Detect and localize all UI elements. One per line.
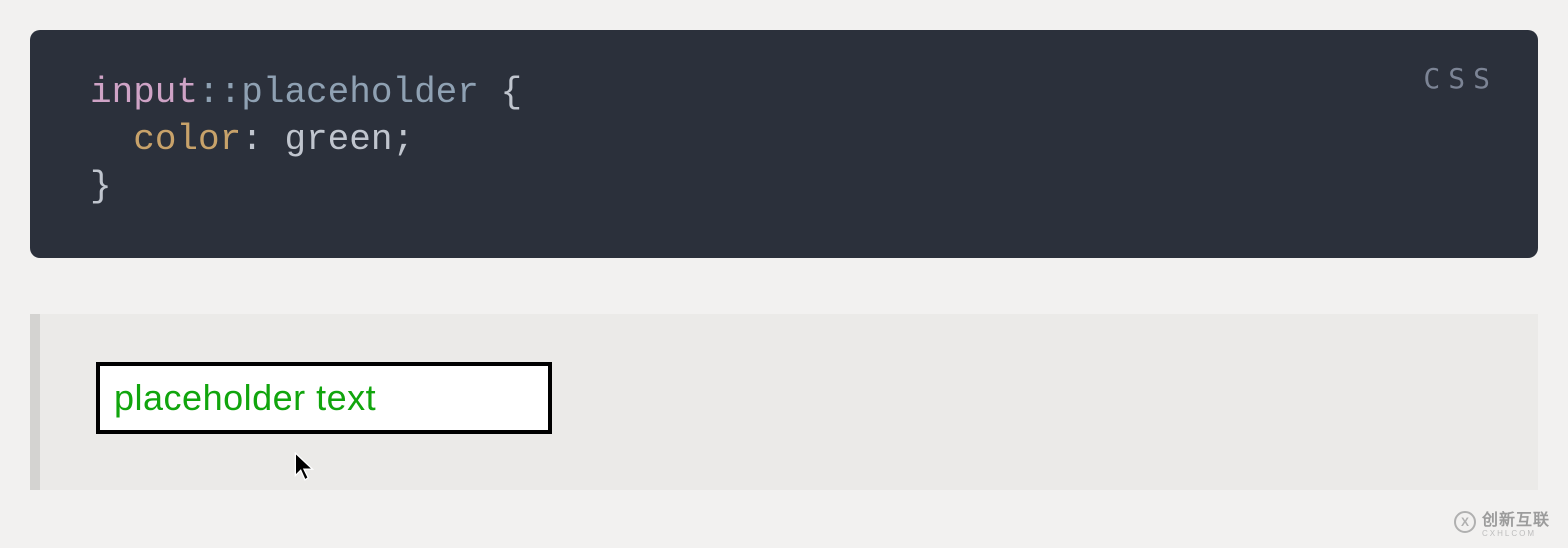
code-token-colon: : [241,119,263,160]
watermark: X 创新互联 CXHLCOM [1454,506,1550,538]
code-language-badge: CSS [1423,62,1498,95]
code-token-property: color [133,119,241,160]
code-token-selector: input [90,72,198,113]
code-token-closebrace: } [90,166,112,207]
watermark-subtext: CXHLCOM [1482,530,1550,538]
watermark-logo-icon: X [1454,511,1476,533]
watermark-text: 创新互联 [1482,512,1550,529]
code-token-pseudo: ::placeholder [198,72,479,113]
demo-input[interactable]: placeholder text [96,362,552,434]
demo-input-placeholder: placeholder text [114,377,376,419]
watermark-logo-letter: X [1461,515,1469,529]
code-token-semicolon: ; [393,119,415,160]
code-token-brace: { [479,72,522,113]
code-token-space [263,119,285,160]
code-token-value: green [284,119,392,160]
code-content: input::placeholder { color: green; } [90,70,1478,210]
code-indent [90,119,133,160]
example-panel: placeholder text [30,314,1538,490]
code-block: CSS input::placeholder { color: green; } [30,30,1538,258]
